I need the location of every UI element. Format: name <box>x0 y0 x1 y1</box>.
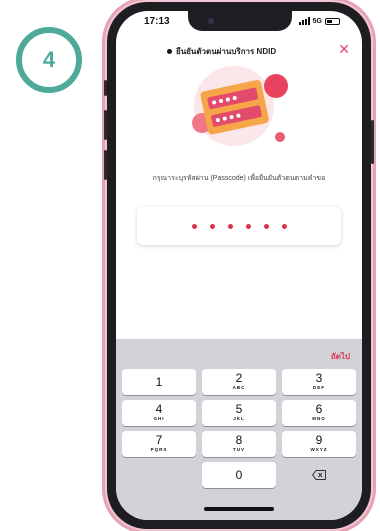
pin-dot <box>227 223 233 229</box>
key-digit: 6 <box>315 402 323 416</box>
key-digit: 4 <box>155 402 163 416</box>
key-4[interactable]: 4 GHI <box>122 400 196 426</box>
key-digit: 9 <box>315 433 323 447</box>
key-digit: 2 <box>235 371 243 385</box>
side-button-volume-down <box>104 150 107 180</box>
key-3[interactable]: 3 DEF <box>282 369 356 395</box>
key-letters: PQRS <box>150 447 168 452</box>
side-button-silent <box>104 80 107 96</box>
key-letters: WXYZ <box>310 447 328 452</box>
key-1[interactable]: 1 <box>122 369 196 395</box>
key-letters: TUV <box>233 447 245 452</box>
key-letters: JKL <box>233 416 245 421</box>
camera-dot <box>208 18 214 24</box>
passcode-illustration <box>192 66 288 146</box>
key-letters: DEF <box>313 385 325 390</box>
pin-dot <box>191 223 197 229</box>
backspace-icon <box>311 470 326 480</box>
key-digit: 5 <box>235 402 243 416</box>
key-6[interactable]: 6 MNO <box>282 400 356 426</box>
key-0[interactable]: 0 <box>202 462 276 488</box>
status-time: 17:13 <box>144 16 170 27</box>
signal-icon <box>298 17 310 25</box>
step-number-badge: 4 <box>16 27 82 93</box>
pin-dot <box>245 223 251 229</box>
next-button[interactable]: ถัดไป <box>331 350 350 363</box>
decor-ball-top-icon <box>264 74 288 98</box>
notch <box>188 11 292 31</box>
page-header: ยืนยันตัวตนผ่านบริการ NDID ✕ <box>116 41 362 63</box>
key-5[interactable]: 5 JKL <box>202 400 276 426</box>
network-type: 5G <box>312 17 322 25</box>
key-2[interactable]: 2 ABC <box>202 369 276 395</box>
close-icon[interactable]: ✕ <box>338 41 350 58</box>
title-bullet <box>167 49 172 54</box>
phone-screen: 17:13 5G ยืนยันตัวตนผ่านบริการ NDID ✕ กร… <box>116 11 362 520</box>
phone-frame: 17:13 5G ยืนยันตัวตนผ่านบริการ NDID ✕ กร… <box>104 2 374 529</box>
key-digit: 1 <box>155 375 163 389</box>
delete-key[interactable] <box>282 462 356 488</box>
passcode-instruction: กรุณาระบุรหัสผ่าน (Passcode) เพื่อยืนยัน… <box>152 175 326 182</box>
page-title: ยืนยันตัวตนผ่านบริการ NDID <box>176 47 277 56</box>
key-letters: GHI <box>153 416 165 421</box>
key-8[interactable]: 8 TUV <box>202 431 276 457</box>
key-letters: MNO <box>312 416 326 421</box>
status-indicators: 5G <box>298 17 340 25</box>
side-button-volume-up <box>104 110 107 140</box>
key-7[interactable]: 7 PQRS <box>122 431 196 457</box>
key-digit: 3 <box>315 371 323 385</box>
key-9[interactable]: 9 WXYZ <box>282 431 356 457</box>
home-indicator <box>204 507 274 511</box>
battery-icon <box>325 17 340 25</box>
decor-ball-bottom-icon <box>275 132 285 142</box>
passcode-input[interactable] <box>137 207 341 245</box>
numeric-keypad: ถัดไป 1 2 ABC 3 DEF 4 GHI 5 JKL 6 MNO 7 … <box>116 339 362 520</box>
key-digit: 8 <box>235 433 243 447</box>
pin-dot <box>281 223 287 229</box>
key-digit: 0 <box>235 468 243 482</box>
key-letters: ABC <box>232 385 246 390</box>
pin-dot <box>263 223 269 229</box>
pin-dot <box>209 223 215 229</box>
key-digit: 7 <box>155 433 163 447</box>
side-button-power <box>371 120 374 164</box>
